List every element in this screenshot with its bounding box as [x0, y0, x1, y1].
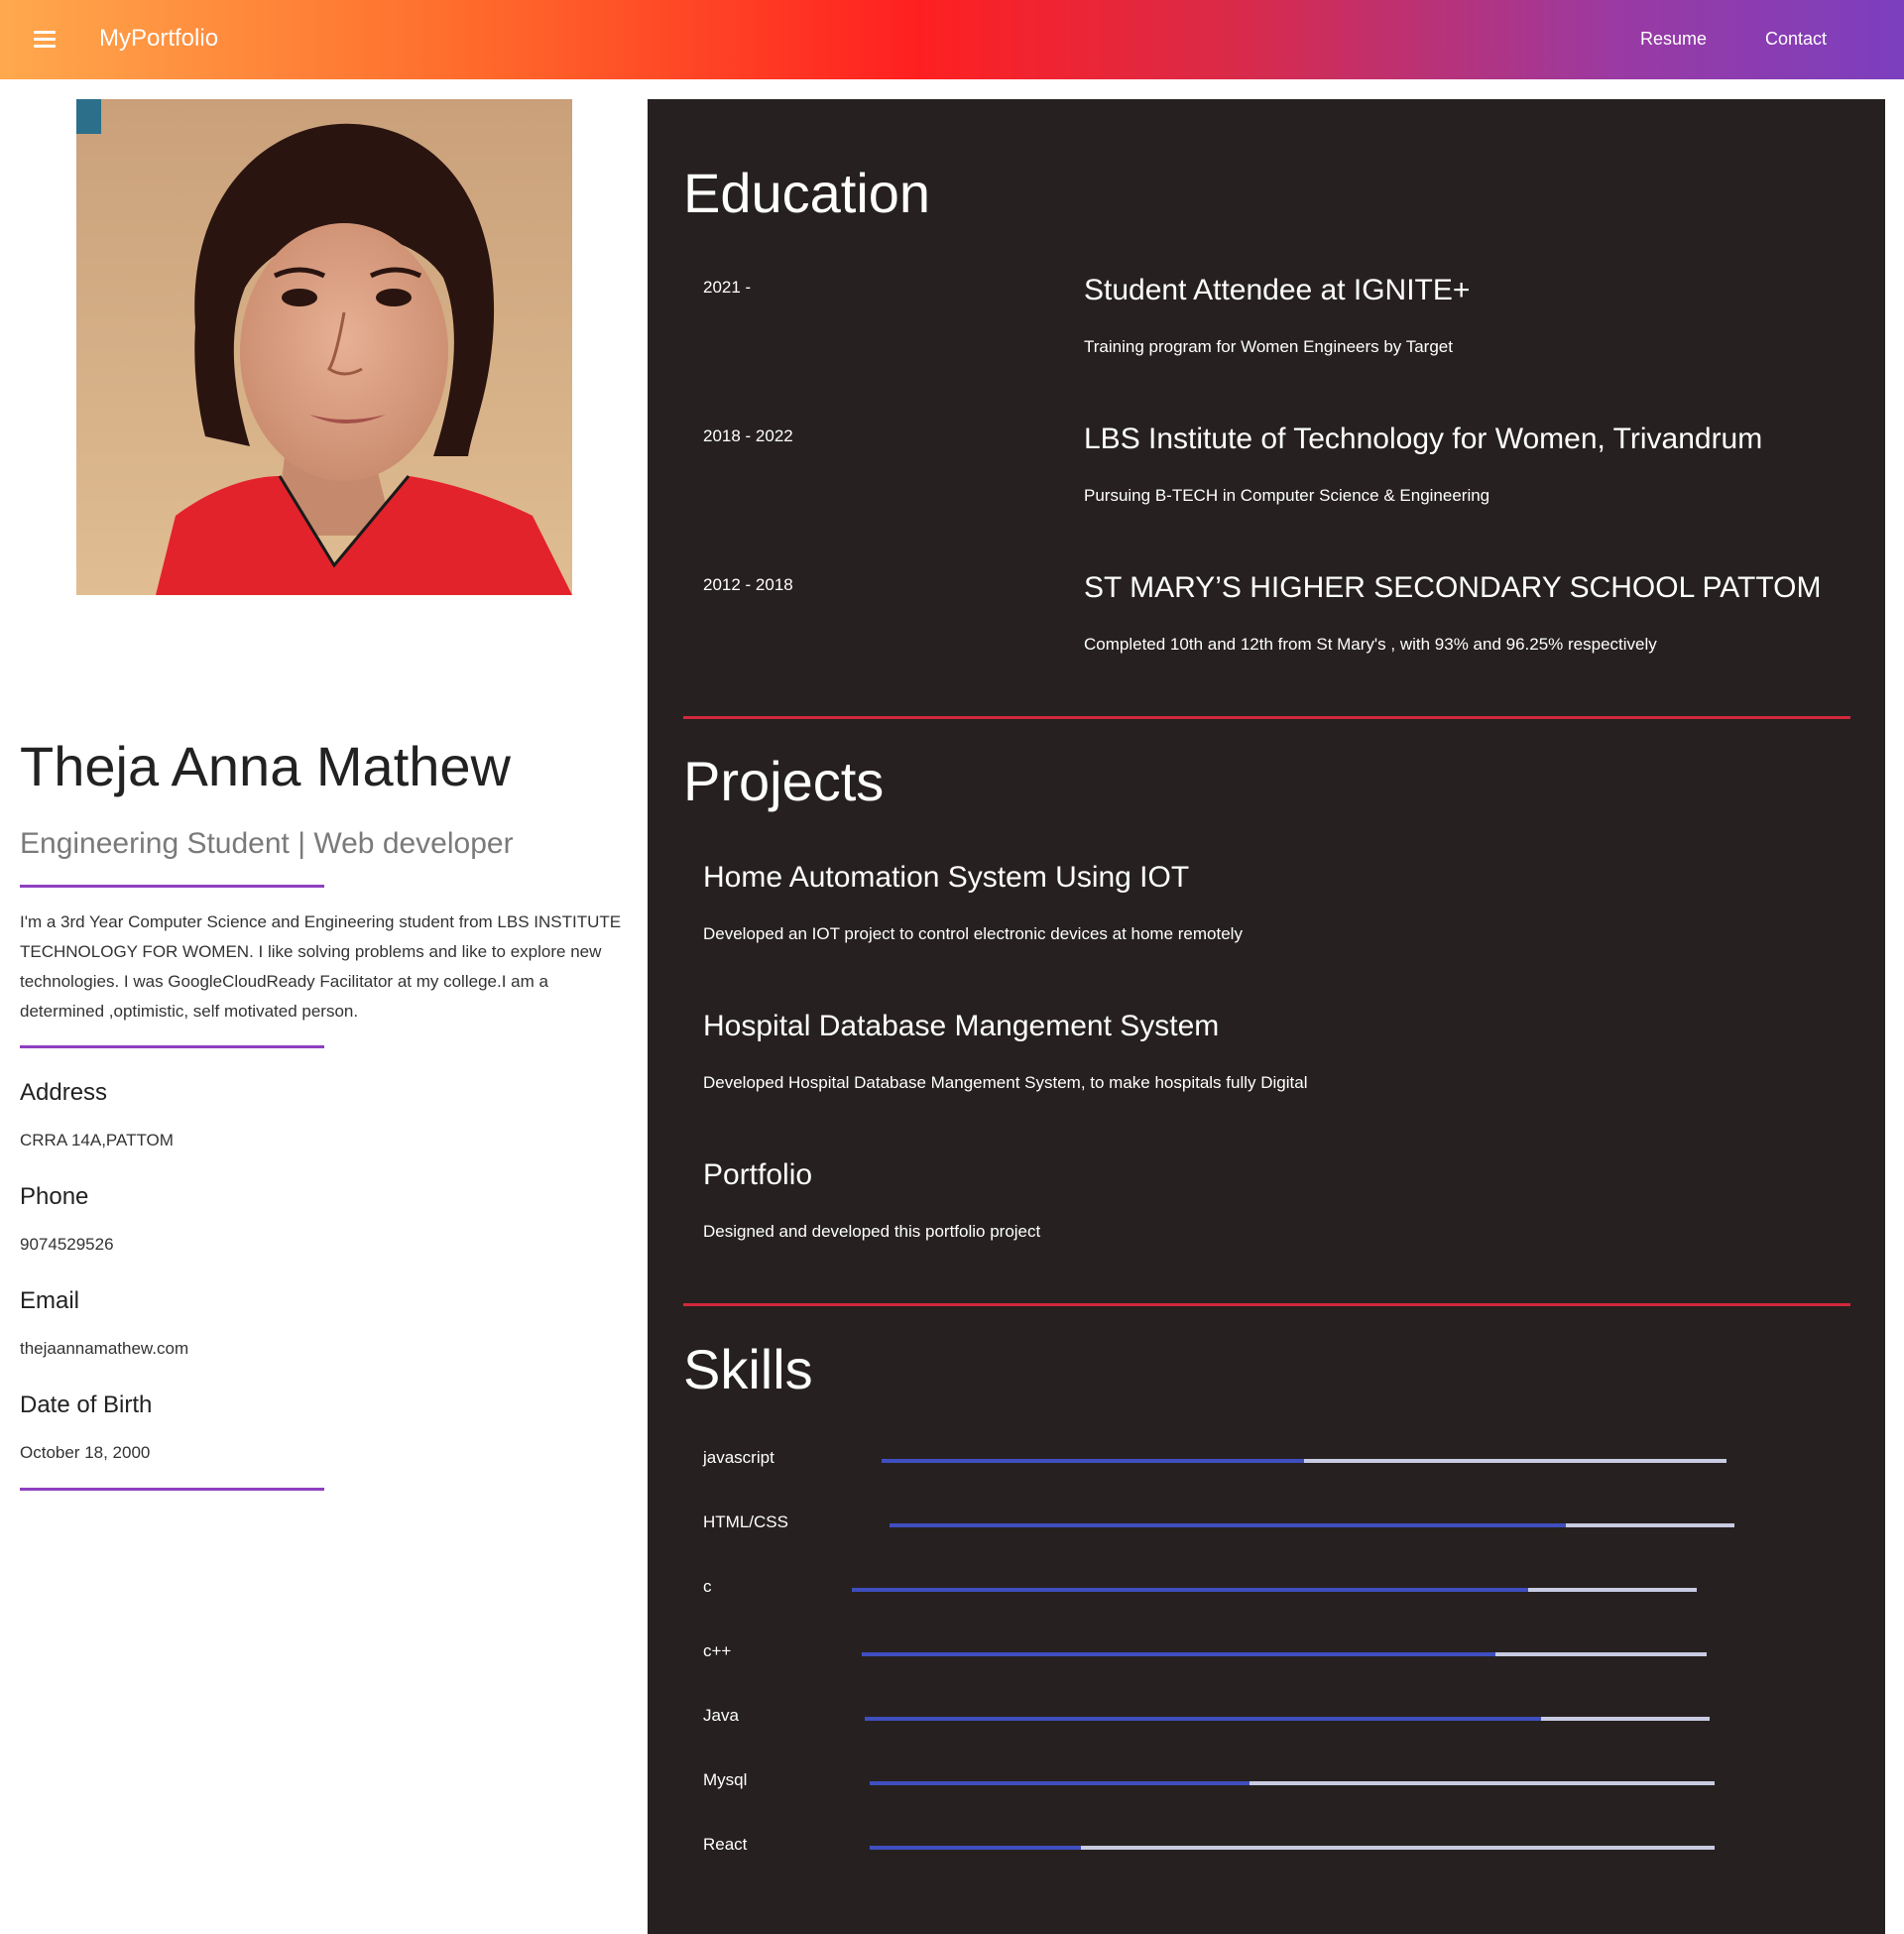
- menu-icon[interactable]: [34, 30, 56, 48]
- skill-row: javascript: [703, 1448, 1814, 1478]
- skill-row: c++: [703, 1641, 1814, 1671]
- education-title: ST MARY’S HIGHER SECONDARY SCHOOL PATTOM: [1084, 571, 1822, 604]
- skill-name: c++: [703, 1641, 732, 1660]
- project-desc: Developed Hospital Database Mangement Sy…: [703, 1073, 1308, 1092]
- skill-name: Java: [703, 1706, 739, 1725]
- section-divider: [683, 1303, 1850, 1306]
- skill-progress-fill: [870, 1846, 1081, 1850]
- project-title: Portfolio: [703, 1158, 813, 1191]
- skill-progress-bar: [852, 1588, 1697, 1592]
- project-desc: Designed and developed this portfolio pr…: [703, 1222, 1041, 1241]
- skill-progress-bar: [882, 1459, 1726, 1463]
- email-value: thejaannamathew.com: [20, 1339, 189, 1358]
- education-desc: Pursuing B-TECH in Computer Science & En…: [1084, 486, 1490, 505]
- divider: [20, 1488, 324, 1491]
- skill-progress-bar: [862, 1652, 1707, 1656]
- profile-name: Theja Anna Mathew: [20, 735, 511, 797]
- skill-progress-fill: [890, 1523, 1566, 1527]
- skill-progress-fill: [862, 1652, 1495, 1656]
- skill-progress-bar: [870, 1781, 1715, 1785]
- skill-row: c: [703, 1577, 1814, 1607]
- resume-panel: Education 2021 - Student Attendee at IGN…: [648, 99, 1885, 1934]
- skill-progress-bar: [865, 1717, 1710, 1721]
- skill-name: HTML/CSS: [703, 1512, 788, 1531]
- skills-heading: Skills: [683, 1338, 813, 1400]
- profile-role: Engineering Student | Web developer: [20, 827, 514, 860]
- skill-name: javascript: [703, 1448, 774, 1467]
- email-label: Email: [20, 1287, 80, 1314]
- top-app-bar: MyPortfolio Resume Contact: [0, 0, 1904, 79]
- education-title: Student Attendee at IGNITE+: [1084, 274, 1471, 306]
- education-desc: Training program for Women Engineers by …: [1084, 337, 1453, 356]
- education-years: 2021 -: [703, 278, 752, 297]
- skill-progress-fill: [852, 1588, 1528, 1592]
- skill-progress-fill: [870, 1781, 1250, 1785]
- skill-name: React: [703, 1835, 748, 1854]
- skill-row: Mysql: [703, 1770, 1814, 1800]
- brand-title[interactable]: MyPortfolio: [99, 25, 218, 53]
- education-heading: Education: [683, 162, 931, 224]
- skill-progress-fill: [865, 1717, 1541, 1721]
- education-years: 2018 - 2022: [703, 426, 793, 445]
- project-title: Home Automation System Using IOT: [703, 861, 1190, 894]
- projects-heading: Projects: [683, 750, 885, 812]
- address-label: Address: [20, 1079, 108, 1106]
- nav-resume-link[interactable]: Resume: [1640, 29, 1707, 50]
- education-title: LBS Institute of Technology for Women, T…: [1084, 423, 1763, 455]
- section-divider: [683, 716, 1850, 719]
- dob-value: October 18, 2000: [20, 1443, 151, 1462]
- education-desc: Completed 10th and 12th from St Mary's ,…: [1084, 635, 1657, 654]
- project-title: Hospital Database Mangement System: [703, 1010, 1220, 1042]
- project-desc: Developed an IOT project to control elec…: [703, 924, 1243, 943]
- phone-label: Phone: [20, 1183, 89, 1210]
- divider: [20, 1045, 324, 1048]
- skill-name: c: [703, 1577, 712, 1596]
- dob-label: Date of Birth: [20, 1391, 153, 1418]
- divider: [20, 885, 324, 888]
- phone-value: 9074529526: [20, 1235, 114, 1254]
- skill-row: Java: [703, 1706, 1814, 1736]
- nav-contact-link[interactable]: Contact: [1765, 29, 1827, 50]
- about-text: I'm a 3rd Year Computer Science and Engi…: [20, 912, 622, 1021]
- education-years: 2012 - 2018: [703, 575, 793, 594]
- profile-photo: [76, 99, 572, 595]
- address-value: CRRA 14A,PATTOM: [20, 1131, 174, 1149]
- skill-progress-bar: [890, 1523, 1734, 1527]
- skill-name: Mysql: [703, 1770, 748, 1789]
- skill-progress-fill: [882, 1459, 1304, 1463]
- skill-row: HTML/CSS: [703, 1512, 1814, 1542]
- skill-progress-bar: [870, 1846, 1715, 1850]
- skill-row: React: [703, 1835, 1814, 1865]
